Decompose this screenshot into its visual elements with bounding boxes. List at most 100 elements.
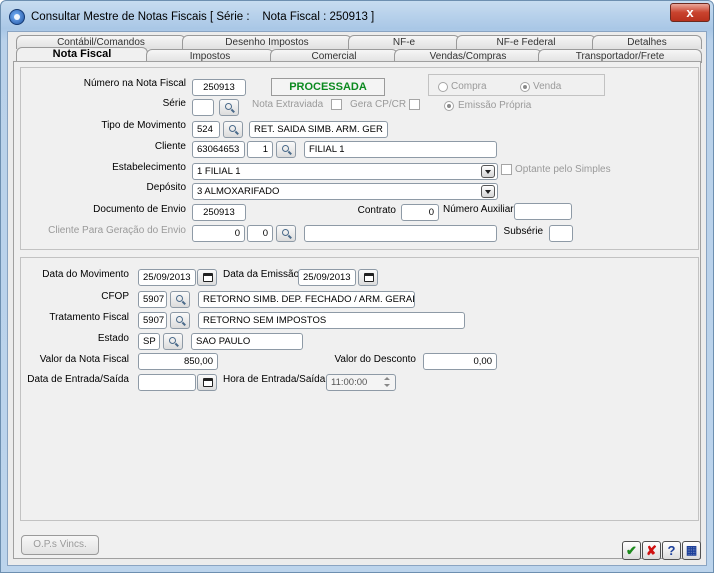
valor-desconto-label: Valor do Desconto (334, 354, 416, 365)
tab-desenho-impostos[interactable]: Desenho Impostos (182, 35, 352, 49)
subserie-field[interactable] (549, 225, 573, 242)
cliente-search-button[interactable] (276, 141, 296, 158)
data-es-calendar-button[interactable] (197, 374, 217, 391)
hora-es-label: Hora de Entrada/Saída (223, 374, 326, 385)
estado-desc-field[interactable]: SAO PAULO (191, 333, 303, 350)
status-badge: PROCESSADA (271, 78, 385, 96)
radio-emissao-propria[interactable] (444, 101, 454, 111)
serie-label: Série (162, 98, 186, 109)
cfop-code-field[interactable]: 5907 (138, 291, 167, 308)
numero-label: Número na Nota Fiscal (83, 78, 186, 89)
help-button[interactable]: ? (662, 541, 681, 560)
radio-venda[interactable] (520, 82, 530, 92)
valor-desconto-field[interactable]: 0,00 (423, 353, 497, 370)
cliente-geracao-search-button[interactable] (276, 225, 296, 242)
calendar-icon (203, 273, 213, 282)
tab-nfe[interactable]: NF-e (348, 35, 460, 49)
nota-extraviada-checkbox[interactable] (331, 99, 342, 110)
app-icon (9, 9, 25, 25)
tipo-mov-desc-field[interactable]: RET. SAIDA SIMB. ARM. GER (249, 121, 388, 138)
ops-vinculadas-button[interactable]: O.P.s Vincs. (21, 535, 99, 555)
subserie-label: Subsérie (503, 226, 543, 237)
search-icon (282, 229, 289, 236)
tratamento-fiscal-label: Tratamento Fiscal (49, 312, 129, 323)
estado-search-button[interactable] (163, 333, 183, 350)
data-emissao-field[interactable]: 25/09/2013 (298, 269, 356, 286)
cfop-desc-field[interactable]: RETORNO SIMB. DEP. FECHADO / ARM. GERAL (198, 291, 415, 308)
search-icon (229, 125, 236, 132)
cliente-geracao-label: Cliente Para Geração do Envio (48, 225, 186, 236)
cliente-seq-field[interactable]: 1 (247, 141, 273, 158)
numero-auxiliar-field[interactable] (514, 203, 572, 220)
radio-compra[interactable] (438, 82, 448, 92)
estabelecimento-select[interactable]: 1 FILIAL 1 (192, 163, 498, 180)
serie-search-button[interactable] (219, 99, 239, 116)
data-mov-field[interactable]: 25/09/2013 (138, 269, 196, 286)
chevron-down-icon[interactable] (481, 185, 495, 198)
tab-nfe-federal[interactable]: NF-e Federal (456, 35, 596, 49)
hora-es-field[interactable]: 11:00:00 (326, 374, 396, 391)
gera-cpcr-label: Gera CP/CR (350, 99, 407, 110)
contrato-label: Contrato (357, 205, 396, 216)
tab-detalhes[interactable]: Detalhes (592, 35, 702, 49)
deposito-select[interactable]: 3 ALMOXARIFADO (192, 183, 498, 200)
doc-envio-field[interactable]: 250913 (192, 204, 246, 221)
tipo-mov-search-button[interactable] (223, 121, 243, 138)
serie-field[interactable] (192, 99, 214, 116)
cliente-label: Cliente (154, 141, 186, 152)
gera-cpcr-checkbox[interactable] (409, 99, 420, 110)
search-icon (176, 316, 183, 323)
search-icon (225, 103, 232, 110)
cancel-button[interactable]: ✘ (642, 541, 661, 560)
data-mov-calendar-button[interactable] (197, 269, 217, 286)
tipo-mov-label: Tipo de Movimento (101, 120, 186, 131)
data-emissao-calendar-button[interactable] (358, 269, 378, 286)
title-bar[interactable]: Consultar Mestre de Notas Fiscais [ Séri… (1, 1, 713, 29)
search-icon (176, 295, 183, 302)
data-es-field[interactable] (138, 374, 196, 391)
emissao-propria-label: Emissão Própria (458, 100, 532, 111)
cliente-name-field[interactable]: FILIAL 1 (304, 141, 497, 158)
data-mov-label: Data do Movimento (42, 269, 129, 280)
valor-nf-label: Valor da Nota Fiscal (39, 354, 129, 365)
calendar-icon (203, 378, 213, 387)
calculator-button[interactable]: ▦ (682, 541, 701, 560)
tratamento-desc-field[interactable]: RETORNO SEM IMPOSTOS (198, 312, 465, 329)
cliente-geracao-name-field[interactable] (304, 225, 497, 242)
tratamento-search-button[interactable] (170, 312, 190, 329)
tipo-mov-code-field[interactable]: 524 (192, 121, 220, 138)
optante-label: Optante pelo Simples (515, 164, 611, 175)
estado-label: Estado (97, 333, 129, 344)
data-emissao-label: Data da Emissão (223, 269, 300, 280)
deposito-value: 3 ALMOXARIFADO (197, 186, 280, 197)
spinner-icon[interactable] (381, 376, 394, 389)
numero-auxiliar-label: Número Auxiliar (443, 204, 514, 215)
contrato-field[interactable]: 0 (401, 204, 439, 221)
data-es-label: Data de Entrada/Saída (27, 374, 129, 385)
search-icon (169, 337, 176, 344)
deposito-label: Depósito (146, 182, 186, 193)
chevron-down-icon[interactable] (481, 165, 495, 178)
optante-checkbox[interactable] (501, 164, 512, 175)
cfop-label: CFOP (101, 291, 129, 302)
radio-compra-label: Compra (451, 81, 487, 92)
estabelecimento-value: 1 FILIAL 1 (197, 166, 241, 177)
cfop-search-button[interactable] (170, 291, 190, 308)
numero-field[interactable]: 250913 (192, 79, 246, 96)
confirm-button[interactable]: ✔ (622, 541, 641, 560)
estabelecimento-label: Estabelecimento (112, 162, 186, 173)
window-title: Consultar Mestre de Notas Fiscais [ Séri… (31, 11, 375, 23)
estado-code-field[interactable]: SP (138, 333, 160, 350)
doc-envio-label: Documento de Envio (93, 204, 186, 215)
valor-nf-field[interactable]: 850,00 (138, 353, 218, 370)
radio-venda-label: Venda (533, 81, 562, 92)
tratamento-code-field[interactable]: 5907 (138, 312, 167, 329)
cliente-code-field[interactable]: 63064653 (192, 141, 245, 158)
cliente-geracao-seq-field[interactable]: 0 (247, 225, 273, 242)
hora-es-value: 11:00:00 (331, 377, 368, 388)
close-button[interactable]: x (670, 3, 710, 22)
search-icon (282, 145, 289, 152)
cliente-geracao-code-field[interactable]: 0 (192, 225, 245, 242)
calendar-icon (364, 273, 374, 282)
nota-extraviada-label: Nota Extraviada (252, 99, 324, 110)
